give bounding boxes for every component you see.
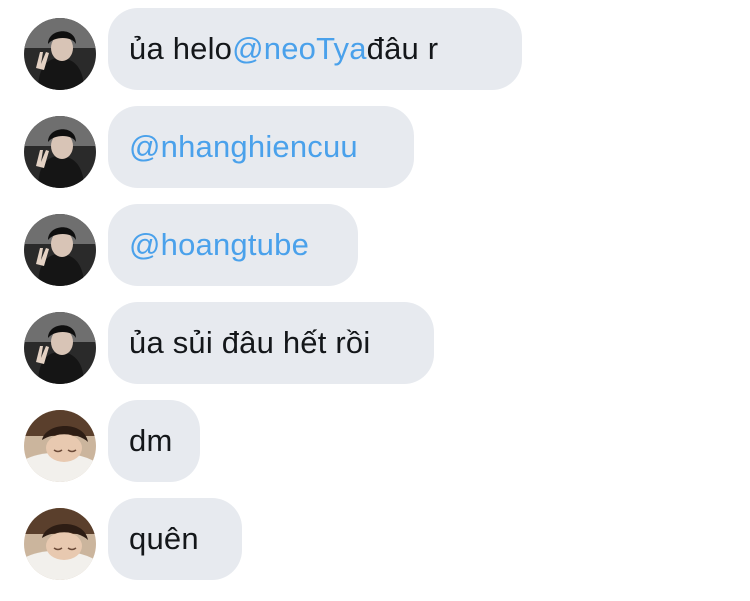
message-bubble[interactable]: ủa sủi đâu hết rồi xyxy=(108,302,434,384)
mention-link[interactable]: @nhanghiencuu xyxy=(129,129,358,165)
pillow-avatar-icon xyxy=(24,410,96,482)
dark-hoodie-avatar-icon xyxy=(24,18,96,90)
message-row: quên xyxy=(0,498,750,580)
dark-hoodie-avatar-icon xyxy=(24,214,96,286)
message-row: @nhanghiencuu xyxy=(0,106,750,188)
mention-link[interactable]: @neoTya xyxy=(232,31,367,67)
message-bubble[interactable]: dm xyxy=(108,400,200,482)
message-bubble[interactable]: ủa helo @neoTya đâu r xyxy=(108,8,522,90)
dark-hoodie-avatar-icon xyxy=(24,116,96,188)
message-thread: ủa helo @neoTya đâu r @nhanghiencuu @hoa… xyxy=(0,0,750,601)
avatar[interactable] xyxy=(24,18,96,90)
message-row: ủa helo @neoTya đâu r xyxy=(0,8,750,90)
message-text: ủa sủi đâu hết rồi xyxy=(129,325,371,360)
pillow-avatar-icon xyxy=(24,508,96,580)
message-text: quên xyxy=(129,521,199,556)
message-row: ủa sủi đâu hết rồi xyxy=(0,302,750,384)
message-text: ủa helo xyxy=(129,31,233,66)
avatar[interactable] xyxy=(24,214,96,286)
message-row: @hoangtube xyxy=(0,204,750,286)
avatar[interactable] xyxy=(24,116,96,188)
message-row: dm xyxy=(0,400,750,482)
message-bubble[interactable]: @hoangtube xyxy=(108,204,358,286)
avatar[interactable] xyxy=(24,312,96,384)
dark-hoodie-avatar-icon xyxy=(24,312,96,384)
avatar[interactable] xyxy=(24,410,96,482)
message-text: dm xyxy=(129,423,173,458)
message-bubble[interactable]: quên xyxy=(108,498,242,580)
mention-link[interactable]: @hoangtube xyxy=(129,227,309,263)
message-text: đâu r xyxy=(366,31,439,66)
message-bubble[interactable]: @nhanghiencuu xyxy=(108,106,414,188)
avatar[interactable] xyxy=(24,508,96,580)
